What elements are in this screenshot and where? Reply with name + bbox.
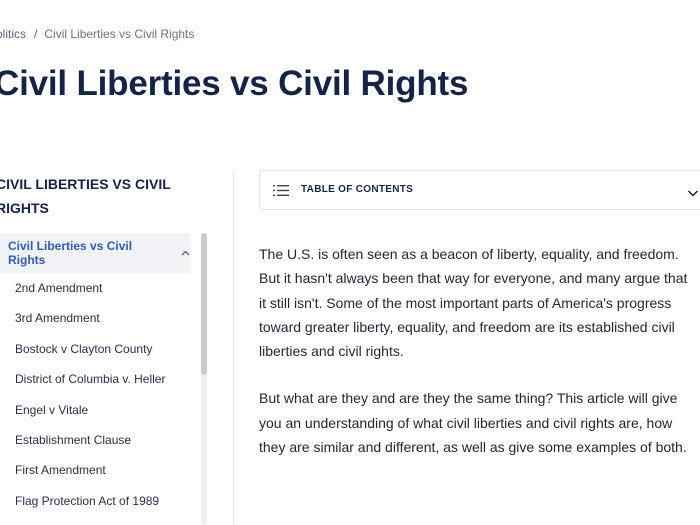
text-line: The U.S. is often seen as a beacon of li… xyxy=(259,246,679,262)
column-divider xyxy=(233,170,234,525)
sidebar-item-establishment-clause[interactable]: Establishment Clause xyxy=(0,425,190,455)
sidebar-item-active[interactable]: Civil Liberties vs Civil Rights xyxy=(0,233,190,273)
table-of-contents-toggle[interactable]: TABLE OF CONTENTS xyxy=(259,170,700,210)
paragraph-question: But what are they and are they the same … xyxy=(259,386,700,459)
page: olitics / Civil Liberties vs Civil Rights … xyxy=(0,0,700,525)
breadcrumb-separator: / xyxy=(34,27,38,41)
text-line: But it hasn't always been that way for e… xyxy=(259,270,688,287)
sidebar-nav: CIVIL LIBERTIES VS CIVIL RIGHTS Civil Li… xyxy=(0,168,210,525)
breadcrumb-current[interactable]: Civil Liberties vs Civil Rights xyxy=(44,27,194,41)
sidebar-scrollbar-thumb[interactable] xyxy=(201,233,207,375)
sidebar-heading-line1: CIVIL LIBERTIES VS CIVIL xyxy=(0,176,171,192)
text-line: But what are they and are they the same … xyxy=(259,390,678,407)
sidebar-item-flag-protection-act[interactable]: Flag Protection Act of 1989 xyxy=(0,486,190,516)
text-line: you an understanding of what civil liber… xyxy=(259,414,673,431)
sidebar-item-3rd-amendment[interactable]: 3rd Amendment xyxy=(0,303,190,333)
text-line: toward greater liberty, equality, and fr… xyxy=(259,318,675,335)
paragraph-intro: The U.S. is often seen as a beacon of li… xyxy=(259,242,700,363)
sidebar-heading: CIVIL LIBERTIES VS CIVIL RIGHTS xyxy=(0,172,196,220)
breadcrumb-parent-link[interactable]: olitics xyxy=(0,27,26,41)
sidebar-list: Civil Liberties vs Civil Rights 2nd Amen… xyxy=(0,233,190,516)
text-line: liberties and civil rights. xyxy=(259,343,404,360)
text-line: it still isn't. Some of the most importa… xyxy=(259,294,672,311)
sidebar-item-first-amendment[interactable]: First Amendment xyxy=(0,455,190,485)
sidebar-item-active-label: Civil Liberties vs Civil Rights xyxy=(8,239,133,267)
sidebar-heading-line2: RIGHTS xyxy=(0,200,49,216)
sidebar-item-district-of-columbia-v-heller[interactable]: District of Columbia v. Heller xyxy=(0,364,190,394)
breadcrumb: olitics / Civil Liberties vs Civil Rights xyxy=(0,27,194,41)
article-body: The U.S. is often seen as a beacon of li… xyxy=(259,242,700,482)
sidebar-item-2nd-amendment[interactable]: 2nd Amendment xyxy=(0,273,190,303)
chevron-up-icon[interactable] xyxy=(180,248,190,258)
sidebar-scrollbar[interactable] xyxy=(201,233,207,525)
toc-label: TABLE OF CONTENTS xyxy=(301,184,414,195)
list-icon xyxy=(273,184,289,197)
page-title: Civil Liberties vs Civil Rights xyxy=(0,64,469,103)
sidebar-item-engel-v-vitale[interactable]: Engel v Vitale xyxy=(0,395,190,425)
sidebar-item-bostock-v-clayton-county[interactable]: Bostock v Clayton County xyxy=(0,334,190,364)
chevron-down-icon[interactable] xyxy=(687,185,699,197)
text-line: they are similar and different, as well … xyxy=(259,439,687,456)
